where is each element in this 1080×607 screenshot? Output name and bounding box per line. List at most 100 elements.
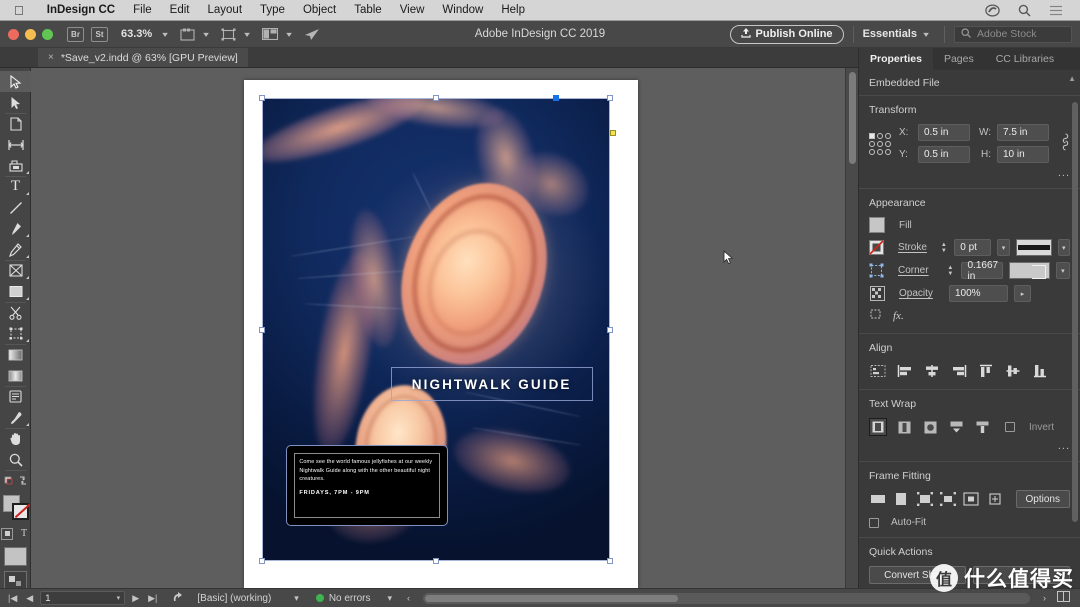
close-window-button[interactable] <box>8 28 19 40</box>
align-right-icon[interactable] <box>950 362 968 380</box>
stroke-weight-stepper[interactable]: ▲ ▼ <box>939 242 948 254</box>
title-text-frame[interactable]: NIGHTWALK GUIDE <box>390 367 593 401</box>
menu-window[interactable]: Window <box>433 4 492 16</box>
eyedropper-tool[interactable] <box>0 407 31 428</box>
wrap-jump-object-icon[interactable] <box>947 418 965 436</box>
search-icon[interactable] <box>1009 4 1040 17</box>
fitting-options-button[interactable]: Options <box>1015 490 1070 508</box>
hand-tool[interactable] <box>0 428 31 449</box>
corner-options-icon[interactable] <box>869 263 884 279</box>
pencil-tool[interactable] <box>0 239 31 260</box>
menu-edit[interactable]: Edit <box>161 4 199 16</box>
zoom-tool[interactable] <box>0 449 31 470</box>
maximize-window-button[interactable] <box>42 28 53 40</box>
constrain-proportions-icon[interactable] <box>1061 132 1070 155</box>
stock-search-input[interactable]: Adobe Stock <box>977 28 1037 40</box>
content-aware-fit-icon[interactable] <box>986 490 1003 508</box>
formatting-affects-container-icon[interactable] <box>1 527 13 540</box>
reference-point-selector[interactable] <box>869 132 891 155</box>
preflight-icon[interactable] <box>172 591 186 606</box>
convert-shape-button[interactable]: Convert Shape <box>869 566 966 584</box>
fill-stroke-swatches[interactable] <box>0 493 31 523</box>
zoom-dropdown-chevron-icon[interactable]: ▾ <box>153 30 178 39</box>
fx-icon[interactable]: fx. <box>893 310 904 322</box>
tool-flyout-indicator[interactable] <box>26 234 29 237</box>
wrap-bounding-box-icon[interactable] <box>895 418 913 436</box>
opacity-grid-icon[interactable] <box>869 286 885 302</box>
previous-page-icon[interactable]: ◀ <box>24 593 35 604</box>
tool-flyout-indicator[interactable] <box>26 255 29 258</box>
fill-stroke-controls-row[interactable] <box>0 470 31 491</box>
line-tool[interactable] <box>0 197 31 218</box>
panel-scroll-thumb[interactable] <box>1072 102 1078 522</box>
zoom-level-value[interactable]: 63.3% <box>121 28 152 40</box>
share-plane-icon[interactable] <box>304 28 320 41</box>
corner-value-stepper[interactable]: ▲ ▼ <box>945 265 955 277</box>
tab-cc-libraries[interactable]: CC Libraries <box>985 48 1065 70</box>
apply-color-swatch[interactable] <box>4 546 27 566</box>
selection-tool[interactable] <box>0 71 31 92</box>
errors-dropdown-chevron-icon[interactable]: ▾ <box>386 593 395 604</box>
handle-top-center[interactable] <box>433 95 439 101</box>
panel-scrollbar[interactable] <box>1072 74 1078 603</box>
info-text-frame[interactable]: Come see the world famous jellyfishes at… <box>286 445 449 527</box>
tool-flyout-indicator[interactable] <box>26 171 29 174</box>
autofit-checkbox[interactable] <box>869 517 879 528</box>
last-page-icon[interactable]: ▶| <box>146 593 159 604</box>
arrange-chevron-icon[interactable]: ▾ <box>277 30 302 39</box>
default-and-swap-icons[interactable] <box>4 474 28 487</box>
bridge-button[interactable]: Br <box>67 26 84 42</box>
document-page[interactable]: NIGHTWALK GUIDE Come see the world famou… <box>244 80 638 588</box>
align-reference-icon[interactable] <box>869 362 887 380</box>
placed-image-frame[interactable]: NIGHTWALK GUIDE Come see the world famou… <box>262 98 610 561</box>
x-field[interactable]: 0.5 in <box>918 124 970 141</box>
wrap-next-column-icon[interactable] <box>973 418 991 436</box>
tab-properties[interactable]: Properties <box>859 48 933 70</box>
handle-top-active[interactable] <box>553 95 559 101</box>
adobe-stock-search[interactable]: Adobe Stock <box>954 25 1072 43</box>
align-top-icon[interactable] <box>977 362 995 380</box>
tool-flyout-indicator[interactable] <box>26 339 29 342</box>
corner-label[interactable]: Corner <box>898 265 939 276</box>
transform-more-options[interactable]: ... <box>869 163 1070 179</box>
opacity-expand-button[interactable]: ▸ <box>1014 285 1031 302</box>
gradient-feather-tool[interactable] <box>0 365 31 386</box>
document-tab[interactable]: × *Save_v2.indd @ 63% [GPU Preview] <box>38 48 248 67</box>
fit-frame-to-content-icon[interactable] <box>939 490 956 508</box>
quickaction-secondary-button[interactable] <box>973 566 1070 584</box>
tool-flyout-indicator[interactable] <box>26 423 29 426</box>
close-tab-icon[interactable]: × <box>48 52 54 63</box>
tab-pages[interactable]: Pages <box>933 48 985 70</box>
type-tool[interactable]: T <box>0 176 31 197</box>
note-tool[interactable] <box>0 386 31 407</box>
menu-list-icon[interactable] <box>1040 5 1072 16</box>
handle-middle-left[interactable] <box>259 327 265 333</box>
menu-help[interactable]: Help <box>492 4 534 16</box>
workspace-label[interactable]: Essentials <box>863 28 917 40</box>
first-page-icon[interactable]: |◀ <box>6 593 19 604</box>
stroke-swatch[interactable] <box>12 503 29 520</box>
view-options-chevron-icon[interactable]: ▾ <box>235 30 260 39</box>
corner-shape-preview[interactable] <box>1008 262 1050 279</box>
free-transform-tool[interactable] <box>0 323 31 344</box>
align-horizontal-center-icon[interactable] <box>923 362 941 380</box>
menu-file[interactable]: File <box>124 4 161 16</box>
menu-object[interactable]: Object <box>294 4 345 16</box>
document-canvas[interactable]: NIGHTWALK GUIDE Come see the world famou… <box>31 68 858 588</box>
next-page-icon[interactable]: ▶ <box>130 593 141 604</box>
page-dropdown-chevron-icon[interactable]: ▾ <box>117 594 121 602</box>
handle-bottom-right[interactable] <box>607 558 613 564</box>
align-left-icon[interactable] <box>896 362 914 380</box>
stroke-weight-dropdown[interactable]: ▾ <box>997 239 1010 256</box>
scroll-right-icon[interactable]: › <box>1041 593 1048 603</box>
effects-frame-icon[interactable] <box>869 308 883 324</box>
status-expand-icon[interactable]: ‹ <box>405 593 412 603</box>
handle-top-left[interactable] <box>259 95 265 101</box>
textwrap-more-options[interactable]: ... <box>869 436 1070 452</box>
align-bottom-icon[interactable] <box>1031 362 1049 380</box>
apply-color-row[interactable] <box>0 544 31 568</box>
vertical-scroll-thumb[interactable] <box>849 72 856 164</box>
style-value[interactable]: [Basic] (working) <box>197 593 271 604</box>
minimize-window-button[interactable] <box>25 28 36 40</box>
publish-online-button[interactable]: Publish Online <box>729 24 844 44</box>
